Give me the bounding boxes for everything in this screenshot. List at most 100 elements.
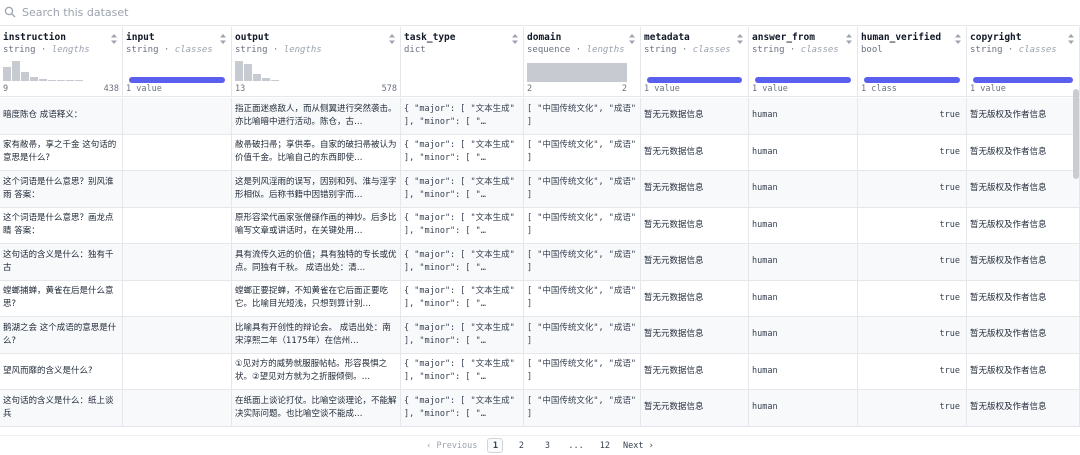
column-header-input[interactable]: input string · classes 1 value bbox=[123, 27, 232, 97]
cell-instruction[interactable]: 这个词语是什么意思？别风淮雨 答案： bbox=[0, 171, 123, 207]
cell-human-verified[interactable]: true bbox=[858, 207, 967, 243]
cell-human-verified[interactable]: true bbox=[858, 244, 967, 280]
cell-human-verified[interactable]: true bbox=[858, 353, 967, 389]
cell-human-verified[interactable]: true bbox=[858, 171, 967, 207]
next-page-link[interactable]: Next › bbox=[623, 441, 654, 451]
cell-input[interactable] bbox=[123, 171, 232, 207]
cell-input[interactable] bbox=[123, 280, 232, 316]
cell-answer-from[interactable]: human bbox=[749, 207, 858, 243]
cell-human-verified[interactable]: true bbox=[858, 134, 967, 170]
cell-metadata[interactable]: 暂无元数据信息 bbox=[641, 134, 749, 170]
cell-domain[interactable]: [ "中国传统文化", "成语" ] bbox=[524, 317, 641, 353]
cell-task-type[interactable]: { "major": [ "文本生成" ], "minor": [ "… bbox=[401, 98, 524, 134]
cell-instruction[interactable]: 螳螂捕蝉，黄雀在后是什么意思? bbox=[0, 280, 123, 316]
cell-domain[interactable]: [ "中国传统文化", "成语" ] bbox=[524, 207, 641, 243]
cell-instruction[interactable]: 这句话的含义是什么：纸上谈兵 bbox=[0, 390, 123, 426]
table-row[interactable]: 望风而靡的含义是什么? ①见对方的威势就服服帖帖。形容畏惧之状。②望见对方就为之折… bbox=[0, 353, 1080, 390]
cell-answer-from[interactable]: human bbox=[749, 98, 858, 134]
table-row[interactable]: 暗度陈仓 成语释义： 指正面迷惑敌人，而从侧翼进行突然袭击。亦比喻暗中进行活动。陈… bbox=[0, 98, 1080, 135]
column-header-copyright[interactable]: copyright string · classes 1 value bbox=[967, 27, 1080, 97]
cell-input[interactable] bbox=[123, 390, 232, 426]
cell-copyright[interactable]: 暂无版权及作者信息 bbox=[967, 244, 1080, 280]
cell-input[interactable] bbox=[123, 207, 232, 243]
cell-input[interactable] bbox=[123, 98, 232, 134]
cell-domain[interactable]: [ "中国传统文化", "成语" ] bbox=[524, 134, 641, 170]
cell-answer-from[interactable]: human bbox=[749, 280, 858, 316]
sort-icon[interactable] bbox=[219, 33, 227, 45]
cell-metadata[interactable]: 暂无元数据信息 bbox=[641, 390, 749, 426]
sort-icon[interactable] bbox=[845, 33, 853, 45]
cell-answer-from[interactable]: human bbox=[749, 353, 858, 389]
cell-task-type[interactable]: { "major": [ "文本生成" ], "minor": [ "… bbox=[401, 280, 524, 316]
cell-copyright[interactable]: 暂无版权及作者信息 bbox=[967, 207, 1080, 243]
cell-output[interactable]: 这是列风淫雨的误写，因别和列、淮与淫字形相似。后称书籍中因错别字而… bbox=[232, 171, 401, 207]
cell-output[interactable]: 原形容梁代画家张僧繇作画的神妙。后多比喻写文章或讲话时，在关键处用… bbox=[232, 207, 401, 243]
cell-task-type[interactable]: { "major": [ "文本生成" ], "minor": [ "… bbox=[401, 353, 524, 389]
page-link[interactable]: 3 bbox=[539, 438, 555, 453]
cell-output[interactable]: 指正面迷惑敌人，而从侧翼进行突然袭击。亦比喻暗中进行活动。陈仓，古… bbox=[232, 98, 401, 134]
sort-icon[interactable] bbox=[1067, 33, 1075, 45]
cell-input[interactable] bbox=[123, 244, 232, 280]
sort-icon[interactable] bbox=[511, 33, 519, 45]
table-row[interactable]: 螳螂捕蝉，黄雀在后是什么意思? 螳螂正要捉蝉，不知黄雀在它后面正要吃它。比喻目光短… bbox=[0, 280, 1080, 317]
cell-human-verified[interactable]: true bbox=[858, 98, 967, 134]
cell-metadata[interactable]: 暂无元数据信息 bbox=[641, 353, 749, 389]
cell-answer-from[interactable]: human bbox=[749, 171, 858, 207]
column-header-metadata[interactable]: metadata string · classes 1 value bbox=[641, 27, 749, 97]
cell-input[interactable] bbox=[123, 353, 232, 389]
cell-answer-from[interactable]: human bbox=[749, 244, 858, 280]
cell-answer-from[interactable]: human bbox=[749, 317, 858, 353]
table-row[interactable]: 家有敝帚，享之千金 这句话的意思是什么? 敝帚破扫帚；享供奉。自家的破扫帚被认为价… bbox=[0, 134, 1080, 171]
cell-output[interactable]: 在纸面上谈论打仗。比喻空谈理论，不能解决实际问题。也比喻空谈不能成… bbox=[232, 390, 401, 426]
cell-task-type[interactable]: { "major": [ "文本生成" ], "minor": [ "… bbox=[401, 317, 524, 353]
cell-answer-from[interactable]: human bbox=[749, 390, 858, 426]
cell-metadata[interactable]: 暂无元数据信息 bbox=[641, 317, 749, 353]
cell-input[interactable] bbox=[123, 317, 232, 353]
sort-icon[interactable] bbox=[110, 33, 118, 45]
cell-metadata[interactable]: 暂无元数据信息 bbox=[641, 98, 749, 134]
cell-instruction[interactable]: 望风而靡的含义是什么? bbox=[0, 353, 123, 389]
column-header-human-verified[interactable]: human_verified bool 1 class bbox=[858, 27, 967, 97]
cell-domain[interactable]: [ "中国传统文化", "成语" ] bbox=[524, 244, 641, 280]
page-link[interactable]: 2 bbox=[513, 438, 529, 453]
search-input[interactable] bbox=[22, 6, 622, 19]
cell-metadata[interactable]: 暂无元数据信息 bbox=[641, 207, 749, 243]
cell-human-verified[interactable]: true bbox=[858, 390, 967, 426]
cell-metadata[interactable]: 暂无元数据信息 bbox=[641, 280, 749, 316]
table-row[interactable]: 这个词语是什么意思？画龙点睛 答案： 原形容梁代画家张僧繇作画的神妙。后多比喻写文… bbox=[0, 207, 1080, 244]
cell-output[interactable]: 敝帚破扫帚；享供奉。自家的破扫帚被认为价值千金。比喻自己的东西即使… bbox=[232, 134, 401, 170]
cell-domain[interactable]: [ "中国传统文化", "成语" ] bbox=[524, 171, 641, 207]
cell-domain[interactable]: [ "中国传统文化", "成语" ] bbox=[524, 98, 641, 134]
cell-human-verified[interactable]: true bbox=[858, 317, 967, 353]
column-header-output[interactable]: output string · lengths 13 578 bbox=[232, 27, 401, 97]
cell-metadata[interactable]: 暂无元数据信息 bbox=[641, 244, 749, 280]
column-header-task-type[interactable]: task_type dict bbox=[401, 27, 524, 97]
page-link[interactable]: 1 bbox=[487, 438, 504, 453]
cell-instruction[interactable]: 鹅湖之会 这个成语的意思是什么? bbox=[0, 317, 123, 353]
vertical-scrollbar[interactable] bbox=[1073, 89, 1079, 179]
cell-answer-from[interactable]: human bbox=[749, 134, 858, 170]
cell-instruction[interactable]: 暗度陈仓 成语释义： bbox=[0, 98, 123, 134]
sort-icon[interactable] bbox=[628, 33, 636, 45]
column-header-answer-from[interactable]: answer_from string · classes 1 value bbox=[749, 27, 858, 97]
cell-task-type[interactable]: { "major": [ "文本生成" ], "minor": [ "… bbox=[401, 207, 524, 243]
cell-instruction[interactable]: 家有敝帚，享之千金 这句话的意思是什么? bbox=[0, 134, 123, 170]
cell-human-verified[interactable]: true bbox=[858, 280, 967, 316]
cell-copyright[interactable]: 暂无版权及作者信息 bbox=[967, 353, 1080, 389]
cell-copyright[interactable]: 暂无版权及作者信息 bbox=[967, 317, 1080, 353]
cell-copyright[interactable]: 暂无版权及作者信息 bbox=[967, 280, 1080, 316]
cell-instruction[interactable]: 这个词语是什么意思？画龙点睛 答案： bbox=[0, 207, 123, 243]
column-header-domain[interactable]: domain sequence · lengths 2 2 bbox=[524, 27, 641, 97]
cell-copyright[interactable]: 暂无版权及作者信息 bbox=[967, 134, 1080, 170]
table-row[interactable]: 这句话的含义是什么：纸上谈兵 在纸面上谈论打仗。比喻空谈理论，不能解决实际问题。也… bbox=[0, 390, 1080, 427]
cell-task-type[interactable]: { "major": [ "文本生成" ], "minor": [ "… bbox=[401, 134, 524, 170]
cell-output[interactable]: ①见对方的威势就服服帖帖。形容畏惧之状。②望见对方就为之折服倾倒。… bbox=[232, 353, 401, 389]
cell-task-type[interactable]: { "major": [ "文本生成" ], "minor": [ "… bbox=[401, 244, 524, 280]
cell-copyright[interactable]: 暂无版权及作者信息 bbox=[967, 98, 1080, 134]
sort-icon[interactable] bbox=[388, 33, 396, 45]
cell-task-type[interactable]: { "major": [ "文本生成" ], "minor": [ "… bbox=[401, 171, 524, 207]
cell-output[interactable]: 螳螂正要捉蝉，不知黄雀在它后面正要吃它。比喻目光短浅，只想到算计别… bbox=[232, 280, 401, 316]
table-row[interactable]: 鹅湖之会 这个成语的意思是什么? 比喻具有开创性的辩论会。 成语出处：南宋淳熙二年… bbox=[0, 317, 1080, 354]
cell-instruction[interactable]: 这句话的含义是什么：独有千古 bbox=[0, 244, 123, 280]
sort-icon[interactable] bbox=[954, 33, 962, 45]
